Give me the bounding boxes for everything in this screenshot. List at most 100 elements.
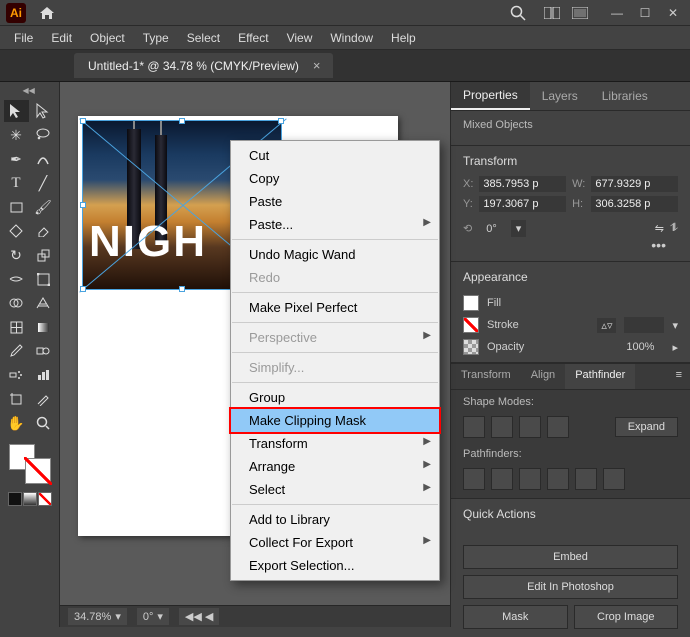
fill-stroke-swatches[interactable] <box>9 444 51 484</box>
column-graph-tool[interactable] <box>31 364 56 386</box>
shape-builder-tool[interactable] <box>4 292 29 314</box>
tab-transform[interactable]: Transform <box>451 364 521 389</box>
lasso-tool[interactable] <box>31 124 56 146</box>
crop-button[interactable] <box>547 468 569 490</box>
intersect-button[interactable] <box>519 416 541 438</box>
blend-tool[interactable] <box>31 340 56 362</box>
stroke-weight-field[interactable] <box>624 317 664 333</box>
unite-button[interactable] <box>463 416 485 438</box>
stroke-weight-dropdown[interactable]: ▾ <box>672 319 678 332</box>
menu-view[interactable]: View <box>279 28 321 48</box>
tab-libraries[interactable]: Libraries <box>590 83 660 109</box>
tab-properties[interactable]: Properties <box>451 82 530 110</box>
view-rotation[interactable]: 0° ▾ <box>137 608 169 625</box>
transform-h[interactable]: 306.3258 p <box>591 196 678 212</box>
transform-w[interactable]: 677.9329 p <box>591 176 678 192</box>
home-icon[interactable] <box>36 4 58 22</box>
trim-button[interactable] <box>491 468 513 490</box>
exclude-button[interactable] <box>547 416 569 438</box>
minus-back-button[interactable] <box>603 468 625 490</box>
color-mode-swatches[interactable] <box>8 492 52 506</box>
search-icon[interactable] <box>510 5 526 21</box>
stroke-weight-stepper[interactable]: ▵▿ <box>597 318 616 333</box>
merge-button[interactable] <box>519 468 541 490</box>
menu-type[interactable]: Type <box>135 28 177 48</box>
cm-pixel-perfect[interactable]: Make Pixel Perfect <box>231 296 439 319</box>
rectangle-tool[interactable] <box>4 196 29 218</box>
stroke-swatch[interactable] <box>25 458 51 484</box>
eraser-tool[interactable] <box>31 220 56 242</box>
menu-select[interactable]: Select <box>179 28 228 48</box>
flip-horizontal-icon[interactable]: ⇋ <box>655 222 664 235</box>
tab-align[interactable]: Align <box>521 364 565 389</box>
cm-collect-export[interactable]: Collect For Export▶ <box>231 531 439 554</box>
cm-export-selection[interactable]: Export Selection... <box>231 554 439 577</box>
free-transform-tool[interactable] <box>31 268 56 290</box>
transform-x[interactable]: 385.7953 p <box>479 176 566 192</box>
minimize-button[interactable]: — <box>606 5 628 21</box>
width-tool[interactable] <box>4 268 29 290</box>
tab-layers[interactable]: Layers <box>530 83 590 109</box>
mesh-tool[interactable] <box>4 316 29 338</box>
close-button[interactable]: ✕ <box>662 5 684 21</box>
cm-paste-sub[interactable]: Paste...▶ <box>231 213 439 236</box>
embed-button[interactable]: Embed <box>463 545 678 569</box>
arrange-docs-icon[interactable] <box>544 7 560 19</box>
cm-add-library[interactable]: Add to Library <box>231 508 439 531</box>
expand-button[interactable]: Expand <box>615 417 678 437</box>
opacity-value[interactable]: 100% <box>616 339 664 355</box>
perspective-grid-tool[interactable] <box>31 292 56 314</box>
hand-tool[interactable]: ✋ <box>4 412 29 434</box>
menu-effect[interactable]: Effect <box>230 28 276 48</box>
maximize-button[interactable]: ☐ <box>634 5 656 21</box>
menu-file[interactable]: File <box>6 28 41 48</box>
flip-vertical-icon[interactable]: ⥮ <box>670 222 678 235</box>
more-options-icon[interactable]: ••• <box>463 237 678 253</box>
magic-wand-tool[interactable]: ✳ <box>4 124 29 146</box>
cm-transform[interactable]: Transform▶ <box>231 432 439 455</box>
opacity-dropdown-icon[interactable]: ▸ <box>672 341 678 354</box>
fill-swatch-prop[interactable] <box>463 295 479 311</box>
menu-edit[interactable]: Edit <box>43 28 80 48</box>
outline-button[interactable] <box>575 468 597 490</box>
zoom-level[interactable]: 34.78% ▾ <box>68 608 127 625</box>
mask-button[interactable]: Mask <box>463 605 568 629</box>
menu-object[interactable]: Object <box>82 28 133 48</box>
paintbrush-tool[interactable]: 🖌 <box>31 196 56 218</box>
direct-selection-tool[interactable] <box>31 100 56 122</box>
artboard-nav[interactable]: ◀◀ ◀ <box>179 608 219 625</box>
scale-tool[interactable] <box>31 244 56 266</box>
transform-angle[interactable]: 0° <box>478 221 505 237</box>
transform-y[interactable]: 197.3067 p <box>479 196 566 212</box>
type-tool[interactable]: T <box>4 172 29 194</box>
cm-undo[interactable]: Undo Magic Wand <box>231 243 439 266</box>
shaper-tool[interactable] <box>4 220 29 242</box>
chevron-down-icon[interactable]: ▾ <box>115 610 121 623</box>
panel-collapse-icon[interactable]: ◀◀ <box>23 86 37 96</box>
cm-cut[interactable]: Cut <box>231 144 439 167</box>
selection-tool[interactable] <box>4 100 29 122</box>
symbol-sprayer-tool[interactable] <box>4 364 29 386</box>
cm-copy[interactable]: Copy <box>231 167 439 190</box>
document-tab[interactable]: Untitled-1* @ 34.78 % (CMYK/Preview) × <box>74 53 333 78</box>
angle-dropdown-icon[interactable]: ▾ <box>511 220 527 237</box>
workspace-icon[interactable] <box>572 7 588 19</box>
stroke-swatch-prop[interactable] <box>463 317 479 333</box>
tab-pathfinder[interactable]: Pathfinder <box>565 364 635 389</box>
divide-button[interactable] <box>463 468 485 490</box>
minus-front-button[interactable] <box>491 416 513 438</box>
close-tab-icon[interactable]: × <box>313 58 321 73</box>
zoom-tool[interactable] <box>31 412 56 434</box>
pen-tool[interactable]: ✒ <box>4 148 29 170</box>
gradient-tool[interactable] <box>31 316 56 338</box>
curvature-tool[interactable] <box>31 148 56 170</box>
rotate-tool[interactable]: ↻ <box>4 244 29 266</box>
cm-select[interactable]: Select▶ <box>231 478 439 501</box>
edit-photoshop-button[interactable]: Edit In Photoshop <box>463 575 678 599</box>
eyedropper-tool[interactable] <box>4 340 29 362</box>
cm-group[interactable]: Group <box>231 386 439 409</box>
menu-window[interactable]: Window <box>322 28 381 48</box>
crop-image-button[interactable]: Crop Image <box>574 605 679 629</box>
cm-paste[interactable]: Paste <box>231 190 439 213</box>
artboard-tool[interactable] <box>4 388 29 410</box>
